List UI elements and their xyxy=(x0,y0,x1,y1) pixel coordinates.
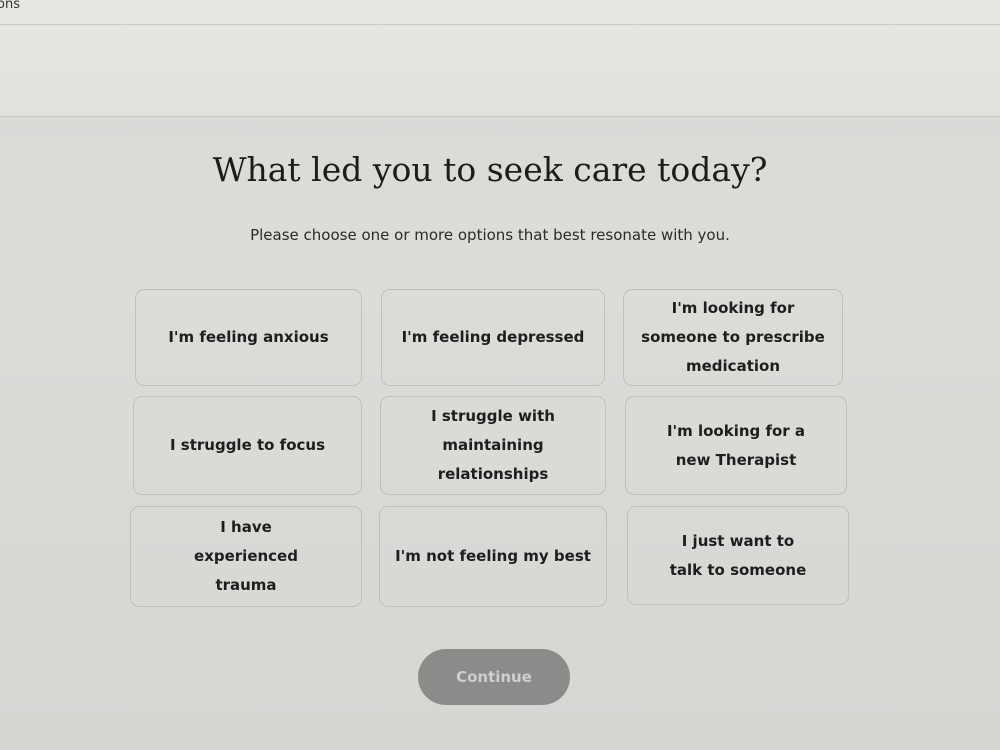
option-label: I struggle to focus xyxy=(169,436,326,454)
page-title: What led you to seek care today? xyxy=(212,150,768,189)
option-experienced-trauma[interactable]: I have experienced trauma xyxy=(130,506,362,607)
top-divider xyxy=(0,24,1000,25)
option-label: I'm looking for someone to prescribe med… xyxy=(641,299,825,375)
option-struggle-to-focus[interactable]: I struggle to focus xyxy=(133,396,362,495)
continue-button[interactable]: Continue xyxy=(418,649,570,705)
option-label: I have experienced trauma xyxy=(194,518,298,594)
option-new-therapist[interactable]: I'm looking for a new Therapist xyxy=(625,396,847,495)
option-not-feeling-best[interactable]: I'm not feeling my best xyxy=(379,506,607,607)
option-label: I struggle with maintaining relationship… xyxy=(431,407,555,483)
option-label: I'm feeling anxious xyxy=(168,328,329,346)
option-talk-to-someone[interactable]: I just want to talk to someone xyxy=(627,506,849,605)
option-label: I'm looking for a new Therapist xyxy=(666,421,806,469)
option-maintaining-relationships[interactable]: I struggle with maintaining relationship… xyxy=(380,396,606,495)
option-label: I'm not feeling my best xyxy=(395,547,591,565)
browser-top-area: ons xyxy=(0,0,1000,116)
option-feeling-depressed[interactable]: I'm feeling depressed xyxy=(381,289,605,386)
option-label: I just want to talk to someone xyxy=(669,531,807,579)
section-divider xyxy=(0,116,1000,117)
option-feeling-anxious[interactable]: I'm feeling anxious xyxy=(135,289,362,386)
option-prescribe-medication[interactable]: I'm looking for someone to prescribe med… xyxy=(623,289,843,386)
option-label: I'm feeling depressed xyxy=(401,328,585,346)
browser-tab-label: ons xyxy=(0,0,20,12)
page-subtitle: Please choose one or more options that b… xyxy=(250,226,730,244)
